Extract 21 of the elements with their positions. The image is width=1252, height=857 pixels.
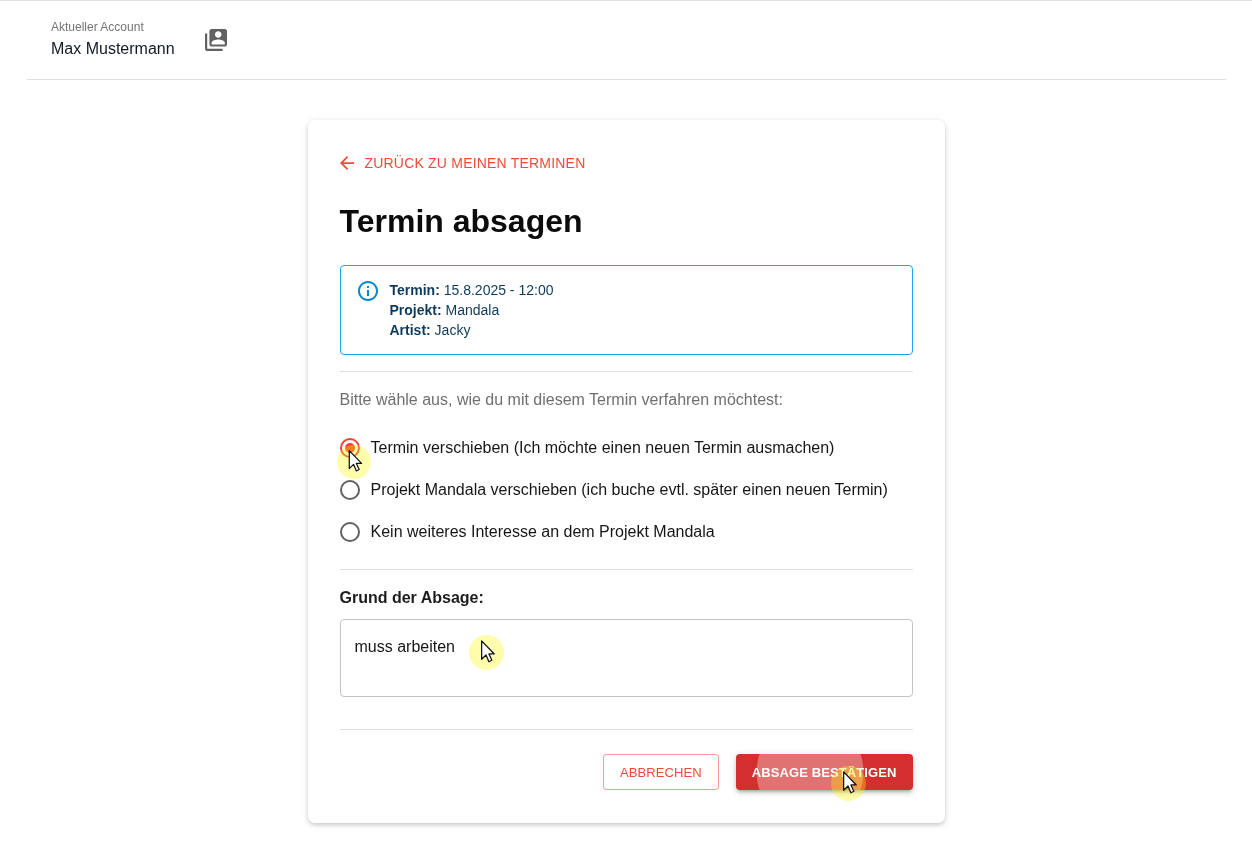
arrow-left-icon bbox=[339, 156, 354, 170]
info-line: Artist: Jacky bbox=[389, 321, 471, 340]
account-label: Aktueller Account bbox=[51, 19, 145, 34]
option-label[interactable]: Termin verschieben (Ich möchte einen neuen Termin ausmachen) bbox=[370, 436, 835, 460]
cancel-button[interactable]: ABBRECHEN bbox=[602, 754, 719, 790]
radio-button[interactable] bbox=[339, 480, 360, 500]
info-line: Termin: 15.8.2025 - 12:00 bbox=[389, 281, 554, 300]
back-link[interactable]: ZURÜCK ZU MEINEN TERMINEN bbox=[339, 151, 586, 175]
option-label[interactable]: Projekt Mandala verschieben (ich buche evtl. später einen neuen Termin) bbox=[370, 478, 888, 502]
account-name: Max Mustermann bbox=[51, 38, 175, 59]
cursor-icon bbox=[468, 635, 504, 670]
radio-button[interactable] bbox=[339, 522, 360, 542]
page-title: Termin absagen bbox=[339, 202, 583, 241]
reason-field[interactable]: muss arbeiten bbox=[339, 619, 913, 697]
info-line: Projekt: Mandala bbox=[389, 301, 500, 320]
option-label[interactable]: Kein weiteres Interesse an dem Projekt Mandala bbox=[370, 520, 715, 544]
choice-prompt: Bitte wähle aus, wie du mit diesem Termin verfahren möchtest: bbox=[339, 390, 783, 410]
info-icon bbox=[357, 281, 378, 301]
person-cards-icon[interactable] bbox=[204, 29, 227, 51]
reason-label: Grund der Absage: bbox=[339, 588, 484, 608]
cursor-icon bbox=[336, 445, 371, 479]
